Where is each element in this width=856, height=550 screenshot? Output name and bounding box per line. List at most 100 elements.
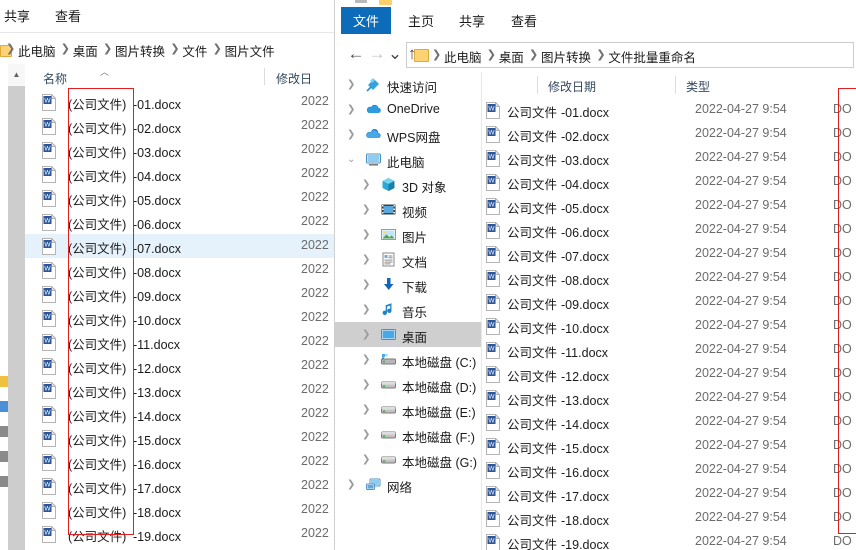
scroll-up-arrow-icon[interactable]: ▲ (8, 64, 25, 86)
column-divider[interactable] (675, 76, 676, 94)
right-column-header-1[interactable]: 修改日期 (548, 78, 596, 95)
breadcrumb-item-1[interactable]: 桌面 (499, 47, 524, 66)
table-row[interactable]: W 公司文件 -10.docx 2022-04-27 9:54 DO (482, 314, 856, 338)
breadcrumb-item-1[interactable]: 桌面 (73, 41, 98, 60)
history-dropdown-button[interactable]: ⌄ (386, 45, 404, 63)
table-row[interactable]: W (公司文件) -08.docx 2022 (25, 258, 334, 282)
table-row[interactable]: W (公司文件) -07.docx 2022 (25, 234, 334, 258)
table-row[interactable]: W 公司文件 -12.docx 2022-04-27 9:54 DO (482, 362, 856, 386)
chevron-right-icon[interactable]: ❯ (347, 79, 355, 90)
breadcrumb-item-4[interactable]: 图片文件 (225, 41, 275, 60)
breadcrumb-item-3[interactable]: 文件批量重命名 (608, 47, 696, 66)
nav-item-10[interactable]: ❯ 桌面 (335, 322, 481, 347)
nav-item-4[interactable]: ❯ 3D 对象 (335, 172, 481, 197)
table-row[interactable]: W 公司文件 -06.docx 2022-04-27 9:54 DO (482, 218, 856, 242)
right-file-list[interactable]: W 公司文件 -01.docx 2022-04-27 9:54 DO W 公司文件 -02.d… (482, 98, 856, 550)
breadcrumb-item-0[interactable]: 此电脑 (444, 47, 482, 66)
table-row[interactable]: W (公司文件) -12.docx 2022 (25, 354, 334, 378)
table-row[interactable]: W 公司文件 -14.docx 2022-04-27 9:54 DO (482, 410, 856, 434)
chevron-right-icon[interactable]: ❯ (362, 329, 370, 340)
table-row[interactable]: W (公司文件) -01.docx 2022 (25, 90, 334, 114)
nav-item-7[interactable]: ❯ 文档 (335, 247, 481, 272)
column-divider[interactable] (537, 76, 538, 94)
left-file-list[interactable]: W (公司文件) -01.docx 2022 W (公司文件) -02.docx 2022 W(… (25, 90, 334, 550)
table-row[interactable]: W 公司文件 -09.docx 2022-04-27 9:54 DO (482, 290, 856, 314)
table-row[interactable]: W 公司文件 -04.docx 2022-04-27 9:54 DO (482, 170, 856, 194)
right-column-header-2[interactable]: 类型 (686, 78, 710, 95)
chevron-right-icon[interactable]: ❯ (362, 354, 370, 365)
minimize-button[interactable] (355, 0, 367, 3)
right-ribbon-tab-2[interactable]: 共享 (459, 11, 485, 30)
table-row[interactable]: W 公司文件 -16.docx 2022-04-27 9:54 DO (482, 458, 856, 482)
nav-item-2[interactable]: ❯ WPS网盘 (335, 122, 481, 147)
breadcrumb-item-2[interactable]: 图片转换 (115, 41, 165, 60)
table-row[interactable]: W 公司文件 -15.docx 2022-04-27 9:54 DO (482, 434, 856, 458)
nav-item-13[interactable]: ❯ 本地磁盘 (E:) (335, 397, 481, 422)
chevron-right-icon[interactable]: ❯ (362, 454, 370, 465)
table-row[interactable]: W (公司文件) -03.docx 2022 (25, 138, 334, 162)
right-ribbon-tab-0[interactable]: 文件 (341, 7, 392, 34)
chevron-right-icon[interactable]: ❯ (362, 429, 370, 440)
left-vertical-scrollbar[interactable]: ▲ (8, 64, 25, 550)
chevron-right-icon[interactable]: ❯ (362, 279, 370, 290)
table-row[interactable]: W (公司文件) -13.docx 2022 (25, 378, 334, 402)
table-row[interactable]: W 公司文件 -07.docx 2022-04-27 9:54 DO (482, 242, 856, 266)
table-row[interactable]: W 公司文件 -13.docx 2022-04-27 9:54 DO (482, 386, 856, 410)
table-row[interactable]: W (公司文件) -17.docx 2022 (25, 474, 334, 498)
chevron-right-icon[interactable]: ❯ (362, 204, 370, 215)
nav-item-6[interactable]: ❯ 图片 (335, 222, 481, 247)
table-row[interactable]: W (公司文件) -02.docx 2022 (25, 114, 334, 138)
nav-item-8[interactable]: ❯ 下载 (335, 272, 481, 297)
scrollbar-thumb[interactable] (8, 86, 25, 550)
nav-item-5[interactable]: ❯ 视频 (335, 197, 481, 222)
table-row[interactable]: W (公司文件) -19.docx 2022 (25, 522, 334, 546)
breadcrumb-item-2[interactable]: 图片转换 (541, 47, 591, 66)
table-row[interactable]: W 公司文件 -17.docx 2022-04-27 9:54 DO (482, 482, 856, 506)
nav-item-16[interactable]: ❯ 网络 (335, 472, 481, 497)
table-row[interactable]: W 公司文件 -03.docx 2022-04-27 9:54 DO (482, 146, 856, 170)
chevron-right-icon[interactable]: ❯ (347, 129, 355, 140)
table-row[interactable]: W 公司文件 -01.docx 2022-04-27 9:54 DO (482, 98, 856, 122)
nav-item-14[interactable]: ❯ 本地磁盘 (F:) (335, 422, 481, 447)
chevron-right-icon[interactable]: ❯ (362, 179, 370, 190)
right-ribbon-tab-1[interactable]: 主页 (408, 11, 434, 30)
chevron-right-icon[interactable]: ❯ (347, 479, 355, 490)
nav-item-1[interactable]: ❯ OneDrive (335, 97, 481, 122)
forward-button[interactable]: → (368, 45, 386, 63)
nav-item-11[interactable]: ❯ 本地磁盘 (C:) (335, 347, 481, 372)
up-button[interactable]: ↑ (403, 45, 421, 63)
left-ribbon-tab-0[interactable]: 共享 (4, 6, 30, 25)
breadcrumb-item-0[interactable]: 此电脑 (18, 41, 56, 60)
table-row[interactable]: W 公司文件 -02.docx 2022-04-27 9:54 DO (482, 122, 856, 146)
table-row[interactable]: W 公司文件 -18.docx 2022-04-27 9:54 DO (482, 506, 856, 530)
chevron-right-icon[interactable]: ❯ (362, 229, 370, 240)
left-ribbon-tab-1[interactable]: 查看 (55, 6, 81, 25)
right-navigation-pane[interactable]: ❯ 快速访问 ❯ OneDrive ❯ WPS网盘 ⌄ 此电脑 ❯ 3D 对象 ❯ 视频 ❯ 图片 ❯ 文档 ❯… (335, 72, 481, 550)
table-row[interactable]: W 公司文件 -19.docx 2022-04-27 9:54 DO (482, 530, 856, 550)
nav-item-9[interactable]: ❯ 音乐 (335, 297, 481, 322)
nav-item-3[interactable]: ⌄ 此电脑 (335, 147, 481, 172)
table-row[interactable]: W (公司文件) -14.docx 2022 (25, 402, 334, 426)
table-row[interactable]: W (公司文件) -10.docx 2022 (25, 306, 334, 330)
breadcrumb[interactable]: ❯ 此电脑 ❯ 桌面 ❯ 图片转换 ❯ 文件批量重命名 (406, 42, 854, 68)
breadcrumb-item-3[interactable]: 文件 (182, 41, 207, 60)
chevron-right-icon[interactable]: ❯ (362, 379, 370, 390)
chevron-right-icon[interactable]: ❯ (347, 104, 355, 115)
table-row[interactable]: W (公司文件) -09.docx 2022 (25, 282, 334, 306)
table-row[interactable]: W (公司文件) -16.docx 2022 (25, 450, 334, 474)
left-column-header-1[interactable]: 修改日 (276, 70, 312, 87)
table-row[interactable]: W 公司文件 -08.docx 2022-04-27 9:54 DO (482, 266, 856, 290)
table-row[interactable]: W (公司文件) -06.docx 2022 (25, 210, 334, 234)
table-row[interactable]: W (公司文件) -04.docx 2022 (25, 162, 334, 186)
nav-item-15[interactable]: ❯ 本地磁盘 (G:) (335, 447, 481, 472)
left-column-header-0[interactable]: 名称 (43, 70, 67, 87)
nav-item-0[interactable]: ❯ 快速访问 (335, 72, 481, 97)
left-address-bar[interactable]: ❯ 此电脑 ❯ 桌面 ❯ 图片转换 ❯ 文件 ❯ 图片文件 (0, 33, 334, 63)
chevron-right-icon[interactable]: ❯ (362, 254, 370, 265)
table-row[interactable]: W (公司文件) -18.docx 2022 (25, 498, 334, 522)
chevron-right-icon[interactable]: ❯ (362, 404, 370, 415)
table-row[interactable]: W (公司文件) -11.docx 2022 (25, 330, 334, 354)
back-button[interactable]: ← (347, 45, 365, 63)
table-row[interactable]: W 公司文件 -11.docx 2022-04-27 9:54 DO (482, 338, 856, 362)
chevron-down-icon[interactable]: ⌄ (347, 154, 355, 165)
